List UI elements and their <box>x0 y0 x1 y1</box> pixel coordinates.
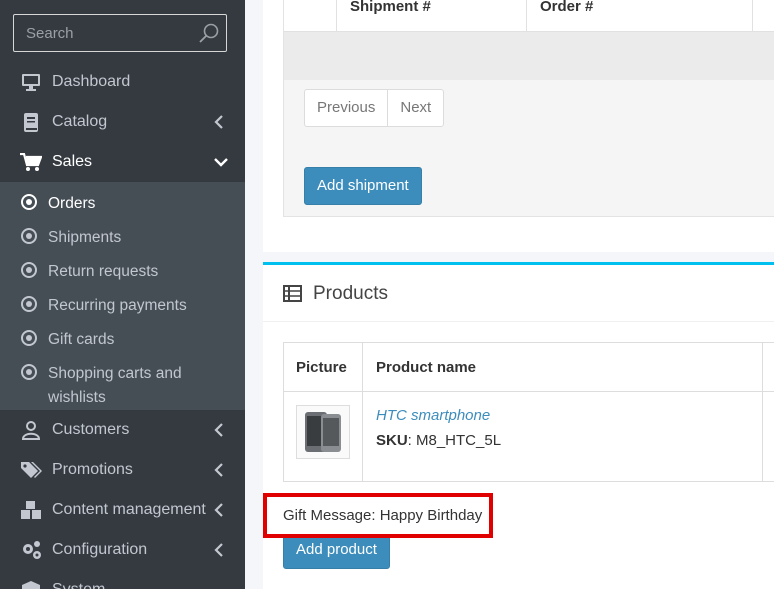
search-box <box>13 14 227 52</box>
nav-label-system: System <box>52 581 105 589</box>
nav-label-configuration: Configuration <box>52 541 148 558</box>
nav-item-content-management[interactable]: Content management <box>0 490 245 530</box>
submenu-label-recurring-payments: Recurring payments <box>48 297 187 314</box>
circle-dot-icon <box>21 228 37 244</box>
tags-icon <box>20 459 42 481</box>
circle-dot-icon <box>21 296 37 312</box>
submenu-item-return-requests[interactable]: Return requests <box>0 254 245 288</box>
products-table: Picture Product name HTC smartphone SKU:… <box>283 342 774 482</box>
gift-message-highlight: Gift Message: Happy Birthday <box>263 493 493 538</box>
products-card: Products Picture Product name HTC smartp… <box>263 262 774 589</box>
user-icon <box>20 419 42 441</box>
products-title: Products <box>313 283 388 304</box>
nav-label-dashboard: Dashboard <box>52 73 131 90</box>
sku-label: SKU <box>376 432 408 449</box>
cart-icon <box>20 151 42 173</box>
phone-image-icon <box>305 412 341 452</box>
product-thumbnail <box>296 405 350 459</box>
column-header-shipment: Shipment # <box>350 0 431 15</box>
pagination: Previous Next <box>304 89 445 127</box>
submenu-label-gift-cards: Gift cards <box>48 331 115 348</box>
cube-icon <box>20 579 42 589</box>
column-header-product-name: Product name <box>376 359 477 376</box>
submenu-item-shipments[interactable]: Shipments <box>0 220 245 254</box>
sku-value: : M8_HTC_5L <box>407 432 502 449</box>
chevron-left-icon <box>214 423 223 437</box>
chevron-left-icon <box>214 463 223 477</box>
nav-item-configuration[interactable]: Configuration <box>0 530 245 570</box>
circle-dot-icon <box>21 194 37 210</box>
chevron-left-icon <box>214 503 223 517</box>
nav-label-catalog: Catalog <box>52 113 108 130</box>
submenu-label-shopping-carts-line1: Shopping carts and <box>48 365 182 382</box>
nav-item-customers[interactable]: Customers <box>0 410 245 450</box>
nav-item-dashboard[interactable]: Dashboard <box>0 62 245 102</box>
shipments-table: Shipment # Order # <box>284 0 774 82</box>
book-icon <box>20 111 42 133</box>
column-divider <box>526 0 527 32</box>
nav-label-content-management: Content management <box>52 501 206 518</box>
submenu-label-shopping-carts-line2: wishlists <box>48 389 106 406</box>
table-header-row: Picture Product name <box>284 343 774 392</box>
submenu-item-recurring-payments[interactable]: Recurring payments <box>0 288 245 322</box>
column-divider <box>362 343 363 481</box>
column-divider <box>752 0 753 32</box>
column-divider <box>336 0 337 32</box>
chevron-down-icon <box>214 158 228 167</box>
previous-page-button[interactable]: Previous <box>305 90 387 126</box>
submenu-item-shopping-carts[interactable]: Shopping carts and wishlists <box>0 356 245 410</box>
gears-icon <box>20 539 42 561</box>
submenu-item-orders[interactable]: Orders <box>0 186 245 220</box>
table-list-icon <box>283 285 302 302</box>
cubes-icon <box>20 499 42 521</box>
shipments-card: Shipment # Order # Previous Next Add shi… <box>263 0 774 252</box>
nav-item-system[interactable]: System <box>0 570 245 589</box>
nav-item-sales[interactable]: Sales <box>0 142 245 182</box>
monitor-icon <box>20 71 42 93</box>
column-header-picture: Picture <box>296 359 347 376</box>
product-name-link[interactable]: HTC smartphone <box>376 407 490 424</box>
submenu-item-gift-cards[interactable]: Gift cards <box>0 322 245 356</box>
next-page-button[interactable]: Next <box>387 90 443 126</box>
column-divider <box>762 343 763 481</box>
nav-item-catalog[interactable]: Catalog <box>0 102 245 142</box>
column-header-order: Order # <box>540 0 594 15</box>
chevron-left-icon <box>214 543 223 557</box>
sidebar: Dashboard Catalog Sales Orders Shipments… <box>0 0 245 589</box>
search-icon[interactable] <box>198 22 220 44</box>
circle-dot-icon <box>21 330 37 346</box>
search-input[interactable] <box>14 15 194 51</box>
empty-table-row <box>284 32 774 80</box>
chevron-left-icon <box>214 115 223 129</box>
circle-dot-icon <box>21 364 37 380</box>
circle-dot-icon <box>21 262 37 278</box>
gift-message-text: Gift Message: Happy Birthday <box>283 507 483 524</box>
table-header-row: Shipment # Order # <box>284 0 774 32</box>
submenu-label-return-requests: Return requests <box>48 263 159 280</box>
product-sku: SKU: M8_HTC_5L <box>376 432 501 449</box>
submenu-label-orders: Orders <box>48 195 96 212</box>
add-shipment-button[interactable]: Add shipment <box>304 167 422 205</box>
nav-label-promotions: Promotions <box>52 461 133 478</box>
nav-label-sales: Sales <box>52 153 93 170</box>
nav-label-customers: Customers <box>52 421 130 438</box>
submenu-label-shipments: Shipments <box>48 229 122 246</box>
nav-item-promotions[interactable]: Promotions <box>0 450 245 490</box>
products-card-header: Products <box>263 265 774 322</box>
shipments-panel: Shipment # Order # Previous Next Add shi… <box>283 0 774 217</box>
sales-submenu: Orders Shipments Return requests Recurri… <box>0 182 245 410</box>
main-content: Shipment # Order # Previous Next Add shi… <box>245 0 774 589</box>
